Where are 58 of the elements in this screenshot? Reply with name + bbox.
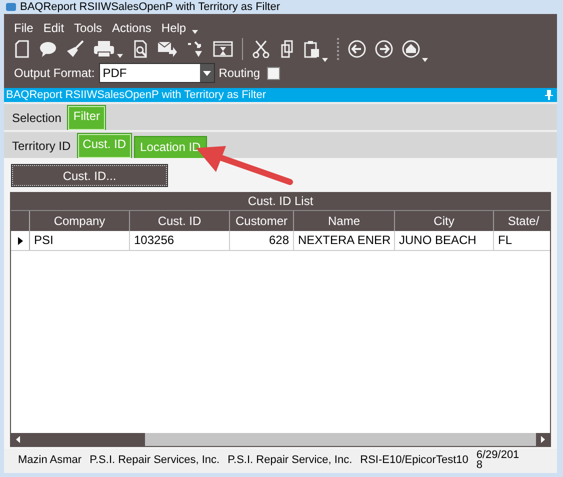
menu-item[interactable]: Actions: [112, 21, 152, 35]
arrows-icon[interactable]: [186, 40, 204, 58]
caret-icon[interactable]: [192, 30, 198, 34]
column-header[interactable]: Company: [30, 211, 130, 231]
printer-icon[interactable]: [93, 40, 115, 58]
scroll-right-icon[interactable]: [536, 433, 550, 446]
hourglass-window-icon[interactable]: [213, 41, 233, 57]
table-cell: JUNO BEACH: [395, 231, 494, 250]
column-header[interactable]: Customer: [230, 211, 294, 231]
status-item: Mazin Asmar: [18, 454, 82, 466]
home-icon[interactable]: [402, 40, 420, 58]
grid-title: Cust. ID List: [11, 193, 550, 211]
caret-icon[interactable]: [117, 54, 123, 58]
pin-icon[interactable]: [545, 90, 553, 100]
menu-item[interactable]: Tools: [74, 21, 102, 35]
back-icon[interactable]: [348, 40, 366, 58]
broom-icon[interactable]: [66, 40, 84, 58]
column-header[interactable]: Cust. ID: [130, 211, 230, 231]
routing-label: Routing: [218, 66, 260, 80]
column-header[interactable]: City: [395, 211, 494, 231]
menu-item[interactable]: File: [14, 21, 34, 35]
scissors-icon[interactable]: [252, 40, 270, 58]
horizontal-scrollbar[interactable]: [11, 433, 550, 446]
forward-icon[interactable]: [375, 40, 393, 58]
status-item: P.S.I. Repair Services, Inc.: [90, 454, 220, 466]
dropdown-arrow-icon: [202, 70, 211, 76]
menu-item[interactable]: Edit: [43, 21, 64, 35]
output-format-label: Output Format:: [14, 66, 95, 80]
status-item: 6/29/2018: [476, 450, 520, 470]
table-cell: 628: [230, 231, 294, 250]
menu-item[interactable]: Help: [161, 21, 186, 35]
tab[interactable]: Territory ID: [8, 137, 75, 158]
copy-icon[interactable]: [279, 40, 295, 58]
paste-icon[interactable]: [304, 40, 320, 58]
print-preview-icon[interactable]: [132, 40, 148, 58]
column-header[interactable]: State/: [494, 211, 550, 231]
column-header[interactable]: Name: [294, 211, 395, 231]
table-cell: PSI: [30, 231, 130, 250]
panel-title: BAQReport RSIIWSalesOpenP with Territory as Filter: [6, 89, 266, 101]
app-icon: [6, 2, 16, 12]
table-cell: FL: [494, 231, 550, 250]
new-document-icon[interactable]: [14, 40, 30, 58]
table-cell: 103256: [130, 231, 230, 250]
tab[interactable]: Selection: [8, 109, 66, 130]
speech-bubble-icon[interactable]: [39, 41, 57, 57]
status-item: P.S.I. Repair Service, Inc.: [228, 454, 352, 466]
caret-icon[interactable]: [422, 58, 428, 62]
current-row-icon: [18, 236, 22, 244]
routing-checkbox[interactable]: [267, 66, 280, 80]
table-cell: NEXTERA ENER: [294, 231, 395, 250]
cust-id-lookup-button[interactable]: Cust. ID...: [12, 165, 167, 186]
output-format-dropdown[interactable]: PDF: [98, 63, 215, 83]
status-item: RSI-E10/EpicorTest10: [360, 454, 468, 466]
scroll-thumb[interactable]: [25, 433, 145, 446]
window-title: BAQReport RSIIWSalesOpenP with Territory as Filter: [20, 0, 280, 14]
send-mail-icon[interactable]: [157, 40, 177, 58]
scroll-left-icon[interactable]: [11, 433, 25, 446]
caret-icon[interactable]: [322, 58, 328, 62]
